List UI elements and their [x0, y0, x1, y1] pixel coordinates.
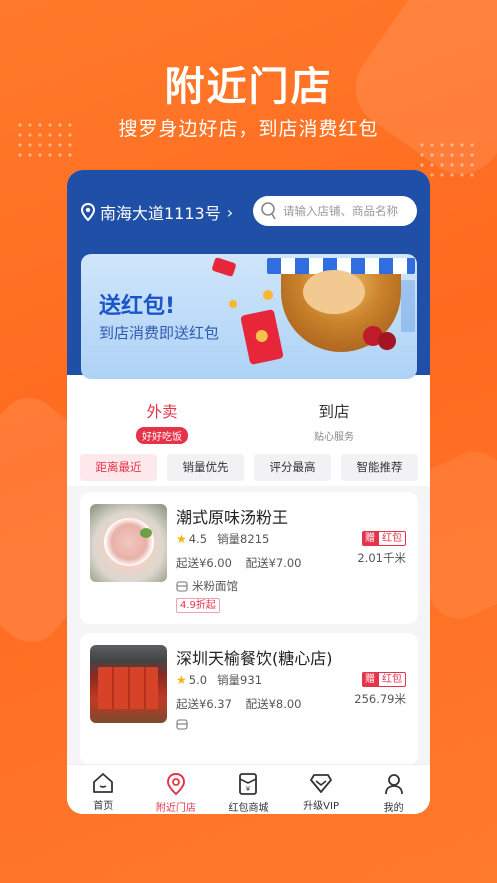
store-distance: 256.79米 [354, 692, 406, 706]
tab-takeout[interactable]: 外卖 好好吃饭 [102, 400, 222, 444]
chevron-right-icon: › [226, 202, 234, 222]
hero-subtitle: 搜罗身边好店，到店消费红包 [118, 118, 379, 140]
tab-bar-top: 外卖 好好吃饭 到店 贴心服务 [67, 400, 430, 450]
search-icon [261, 202, 276, 220]
banner-title: 送红包! [99, 294, 176, 319]
tabbar-home[interactable]: 首页 [67, 765, 140, 814]
svg-text:¥: ¥ [246, 785, 251, 793]
hero-title: 附近门店 [164, 64, 333, 110]
location-address: 南海大道1113号 [100, 204, 221, 223]
filter-sales[interactable]: 销量优先 [167, 454, 244, 481]
red-envelope-icon: ¥ [239, 773, 258, 795]
category-label: 米粉面馆 [192, 579, 238, 593]
star-icon: ★ [176, 673, 187, 687]
tabbar-profile[interactable]: 我的 [357, 765, 430, 814]
promo-tags: 赠 红包 [362, 672, 406, 687]
herb-graphic [140, 528, 152, 538]
store-card[interactable]: 潮式原味汤粉王 ★ 4.5 销量8215 起送¥6.00 配送¥7.00 赠 红… [80, 492, 418, 624]
tabbar-label: 我的 [383, 803, 404, 814]
shop-icon [176, 580, 188, 592]
red-envelope-tag: 红包 [378, 531, 406, 546]
building-graphic [401, 280, 415, 332]
coin-icon [229, 300, 237, 308]
gift-tag: 赠 [362, 531, 378, 546]
filter-smart[interactable]: 智能推荐 [341, 454, 418, 481]
tabbar-label: 红包商城 [228, 803, 269, 814]
sort-filters: 距离最近 销量优先 评分最高 智能推荐 [80, 454, 418, 481]
tab-label: 到店 [318, 403, 350, 421]
store-thumbnail [90, 645, 167, 723]
home-icon [93, 773, 114, 793]
location-pin-icon [166, 773, 185, 796]
shop-icon [176, 719, 188, 730]
diamond-icon [310, 774, 332, 793]
store-distance: 2.01千米 [357, 551, 406, 565]
star-icon: ★ [176, 532, 187, 546]
store-rating: 4.5 [188, 532, 208, 546]
store-name: 潮式原味汤粉王 [176, 508, 289, 527]
min-order: 起送¥6.00 [176, 556, 232, 570]
tabbar-label: 附近门店 [155, 803, 196, 814]
tabbar-upgrade-vip[interactable]: 升级VIP [285, 765, 358, 814]
user-icon [384, 774, 403, 795]
filter-nearest[interactable]: 距离最近 [80, 454, 157, 481]
tab-in-store[interactable]: 到店 贴心服务 [274, 400, 394, 444]
red-envelope-icon [240, 309, 284, 365]
coin-icon [263, 290, 273, 300]
store-thumbnail [90, 504, 167, 582]
tab-sublabel: 好好吃饭 [136, 427, 188, 444]
promo-banner[interactable]: 送红包! 到店消费即送红包 [81, 254, 417, 379]
promo-tags: 赠 红包 [362, 531, 406, 546]
discount-tag: 4.9折起 [176, 598, 220, 613]
storefront-graphic [98, 667, 158, 709]
store-rating-row: ★ 5.0 销量931 [176, 672, 262, 688]
location-pin-icon [81, 203, 95, 221]
filter-rating[interactable]: 评分最高 [254, 454, 331, 481]
min-order: 起送¥6.37 [176, 697, 232, 711]
delivery-fee: 配送¥7.00 [245, 556, 302, 570]
banner-subtitle: 到店消费即送红包 [99, 324, 220, 342]
bottom-tab-bar: 首页 附近门店 ¥ 红包商城 升级VIP 我的 [67, 764, 430, 814]
tab-sublabel: 贴心服务 [314, 432, 354, 443]
tabbar-red-envelope-mall[interactable]: ¥ 红包商城 [212, 765, 285, 814]
phone-screen: 南海大道1113号 › 请输入店铺、商品名称 送红包! 到店消费即送红包 外卖 … [67, 170, 430, 814]
gift-tag: 赠 [362, 672, 378, 687]
cherry-image [378, 332, 396, 350]
store-card[interactable]: 深圳天榆餐饮(糖心店) ★ 5.0 销量931 起送¥6.37 配送¥8.00 … [80, 633, 418, 765]
location-selector[interactable]: 南海大道1113号 › [81, 200, 233, 224]
store-sales: 销量931 [217, 673, 263, 687]
tab-label: 外卖 [146, 403, 178, 421]
search-placeholder: 请输入店铺、商品名称 [283, 204, 398, 218]
store-category: 米粉面馆 [176, 578, 238, 594]
store-sales: 销量8215 [217, 532, 270, 546]
store-fees: 起送¥6.00 配送¥7.00 [176, 555, 302, 571]
red-envelope-tag: 红包 [378, 672, 406, 687]
tabbar-nearby[interactable]: 附近门店 [140, 765, 213, 814]
store-category [176, 719, 192, 730]
chicken-image [303, 270, 365, 314]
tabbar-label: 首页 [93, 801, 114, 812]
noodle-bowl-graphic [104, 518, 154, 566]
store-name: 深圳天榆餐饮(糖心店) [176, 649, 333, 668]
store-list: 潮式原味汤粉王 ★ 4.5 销量8215 起送¥6.00 配送¥7.00 赠 红… [67, 486, 430, 766]
store-rating-row: ★ 4.5 销量8215 [176, 531, 269, 547]
delivery-fee: 配送¥8.00 [245, 697, 302, 711]
store-fees: 起送¥6.37 配送¥8.00 [176, 696, 302, 712]
tabbar-label: 升级VIP [303, 801, 339, 812]
store-rating: 5.0 [188, 673, 208, 687]
red-envelope-icon [211, 256, 237, 278]
search-input[interactable]: 请输入店铺、商品名称 [253, 196, 417, 226]
